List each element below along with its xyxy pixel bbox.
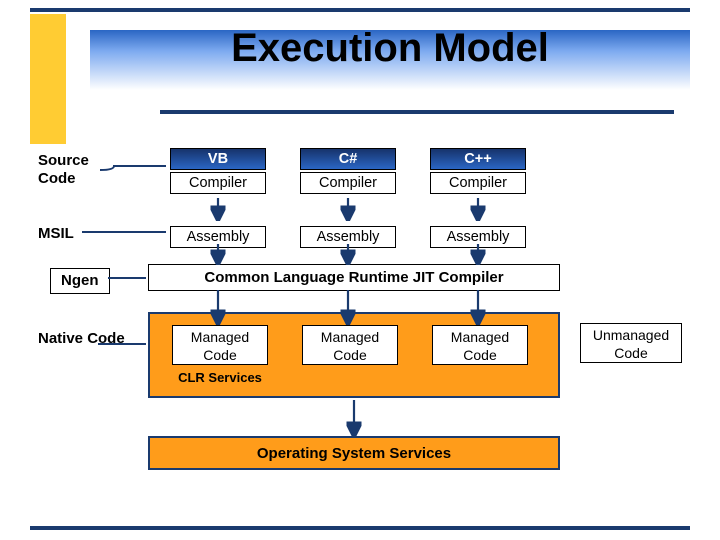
- label-native-code: Native Code: [38, 330, 125, 348]
- title-banner: Execution Model: [90, 30, 690, 90]
- top-divider: [30, 8, 690, 12]
- assembly-2: Assembly: [300, 226, 396, 248]
- compiler-vb: Compiler: [170, 172, 266, 194]
- compiler-csharp: Compiler: [300, 172, 396, 194]
- jit-compiler-box: Common Language Runtime JIT Compiler: [148, 264, 560, 291]
- clr-services-label: CLR Services: [172, 370, 268, 385]
- os-services-label: Operating System Services: [257, 445, 451, 462]
- native-code-container: ManagedCode ManagedCode ManagedCode CLR …: [148, 312, 560, 398]
- bottom-divider: [30, 526, 690, 530]
- row-assemblies: Assembly Assembly Assembly: [148, 226, 688, 254]
- unmanaged-code-box: UnmanagedCode: [580, 323, 682, 363]
- label-source-code: Source Code: [38, 152, 128, 188]
- lang-csharp: C#: [300, 148, 396, 170]
- slide: Execution Model Source Code MSIL Ngen Na…: [0, 0, 720, 540]
- assembly-1: Assembly: [170, 226, 266, 248]
- managed-code-3: ManagedCode: [432, 325, 528, 365]
- label-msil: MSIL: [38, 225, 74, 243]
- accent-bar: [30, 14, 66, 144]
- managed-code-1: ManagedCode: [172, 325, 268, 365]
- os-services-box: Operating System Services: [148, 436, 560, 470]
- managed-code-2: ManagedCode: [302, 325, 398, 365]
- label-ngen: Ngen: [50, 268, 110, 294]
- lang-vb: VB: [170, 148, 266, 170]
- row-compilers: Compiler Compiler Compiler: [148, 172, 688, 200]
- title-underline: [160, 110, 674, 114]
- lang-cpp: C++: [430, 148, 526, 170]
- compiler-cpp: Compiler: [430, 172, 526, 194]
- assembly-3: Assembly: [430, 226, 526, 248]
- page-title: Execution Model: [231, 26, 549, 71]
- diagram-stage: VB C# C++ Compiler Compiler Compiler Ass…: [148, 148, 688, 232]
